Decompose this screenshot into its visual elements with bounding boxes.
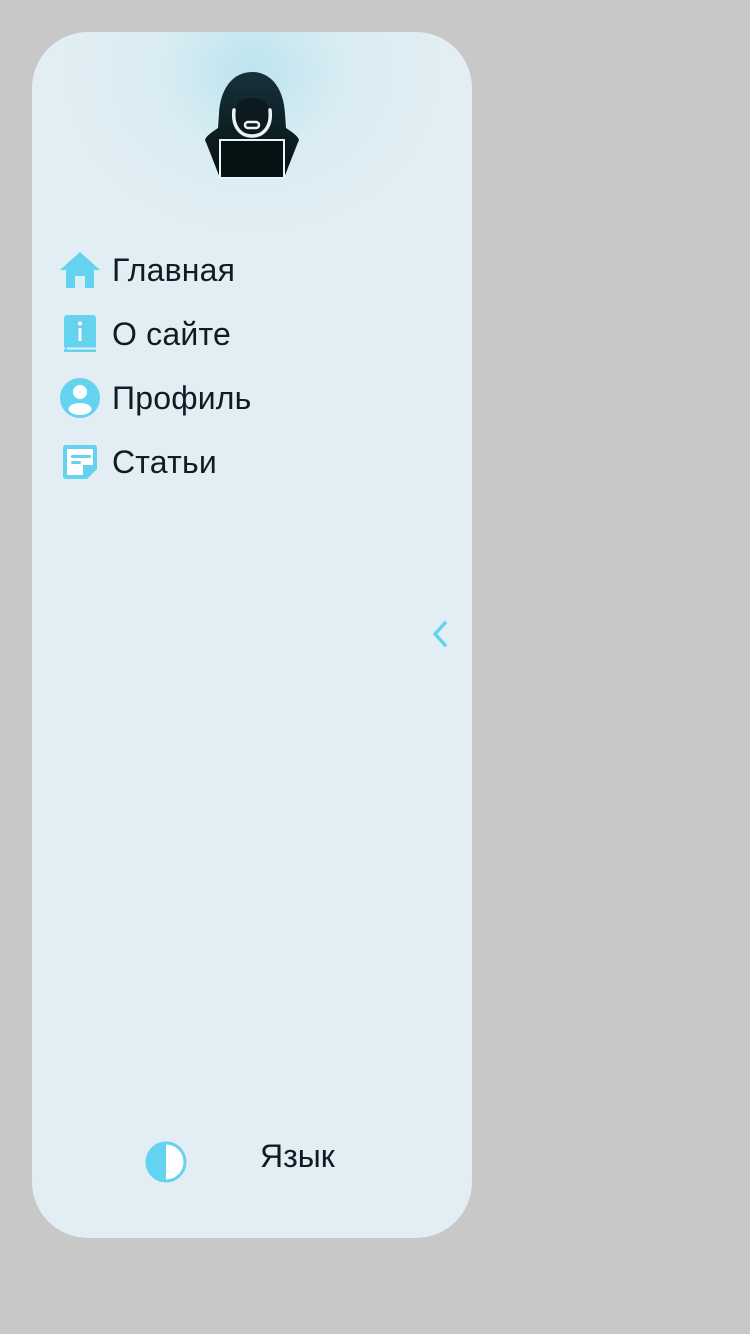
language-button[interactable]: Язык	[260, 1138, 335, 1175]
sidebar-item-about[interactable]: О сайте	[58, 302, 438, 366]
sidebar-item-label: Профиль	[112, 379, 252, 416]
sidebar-item-label: Статьи	[112, 443, 217, 480]
home-icon	[58, 248, 102, 292]
collapse-sidebar-button[interactable]	[426, 620, 454, 652]
chevron-left-icon	[431, 620, 449, 653]
note-icon	[58, 440, 102, 484]
sidebar-panel: Главная О сайте Профиль Статьи Язык	[32, 32, 472, 1238]
contrast-icon	[144, 1141, 188, 1188]
theme-toggle-button[interactable]	[144, 1140, 188, 1184]
sidebar-nav: Главная О сайте Профиль Статьи	[58, 238, 438, 494]
sidebar-item-label: О сайте	[112, 315, 231, 352]
hooded-hacker-icon	[202, 70, 302, 182]
sidebar-item-label: Главная	[112, 251, 236, 288]
user-circle-icon	[58, 376, 102, 420]
info-book-icon	[58, 312, 102, 356]
sidebar-item-home[interactable]: Главная	[58, 238, 438, 302]
sidebar-item-articles[interactable]: Статьи	[58, 430, 438, 494]
sidebar-item-profile[interactable]: Профиль	[58, 366, 438, 430]
